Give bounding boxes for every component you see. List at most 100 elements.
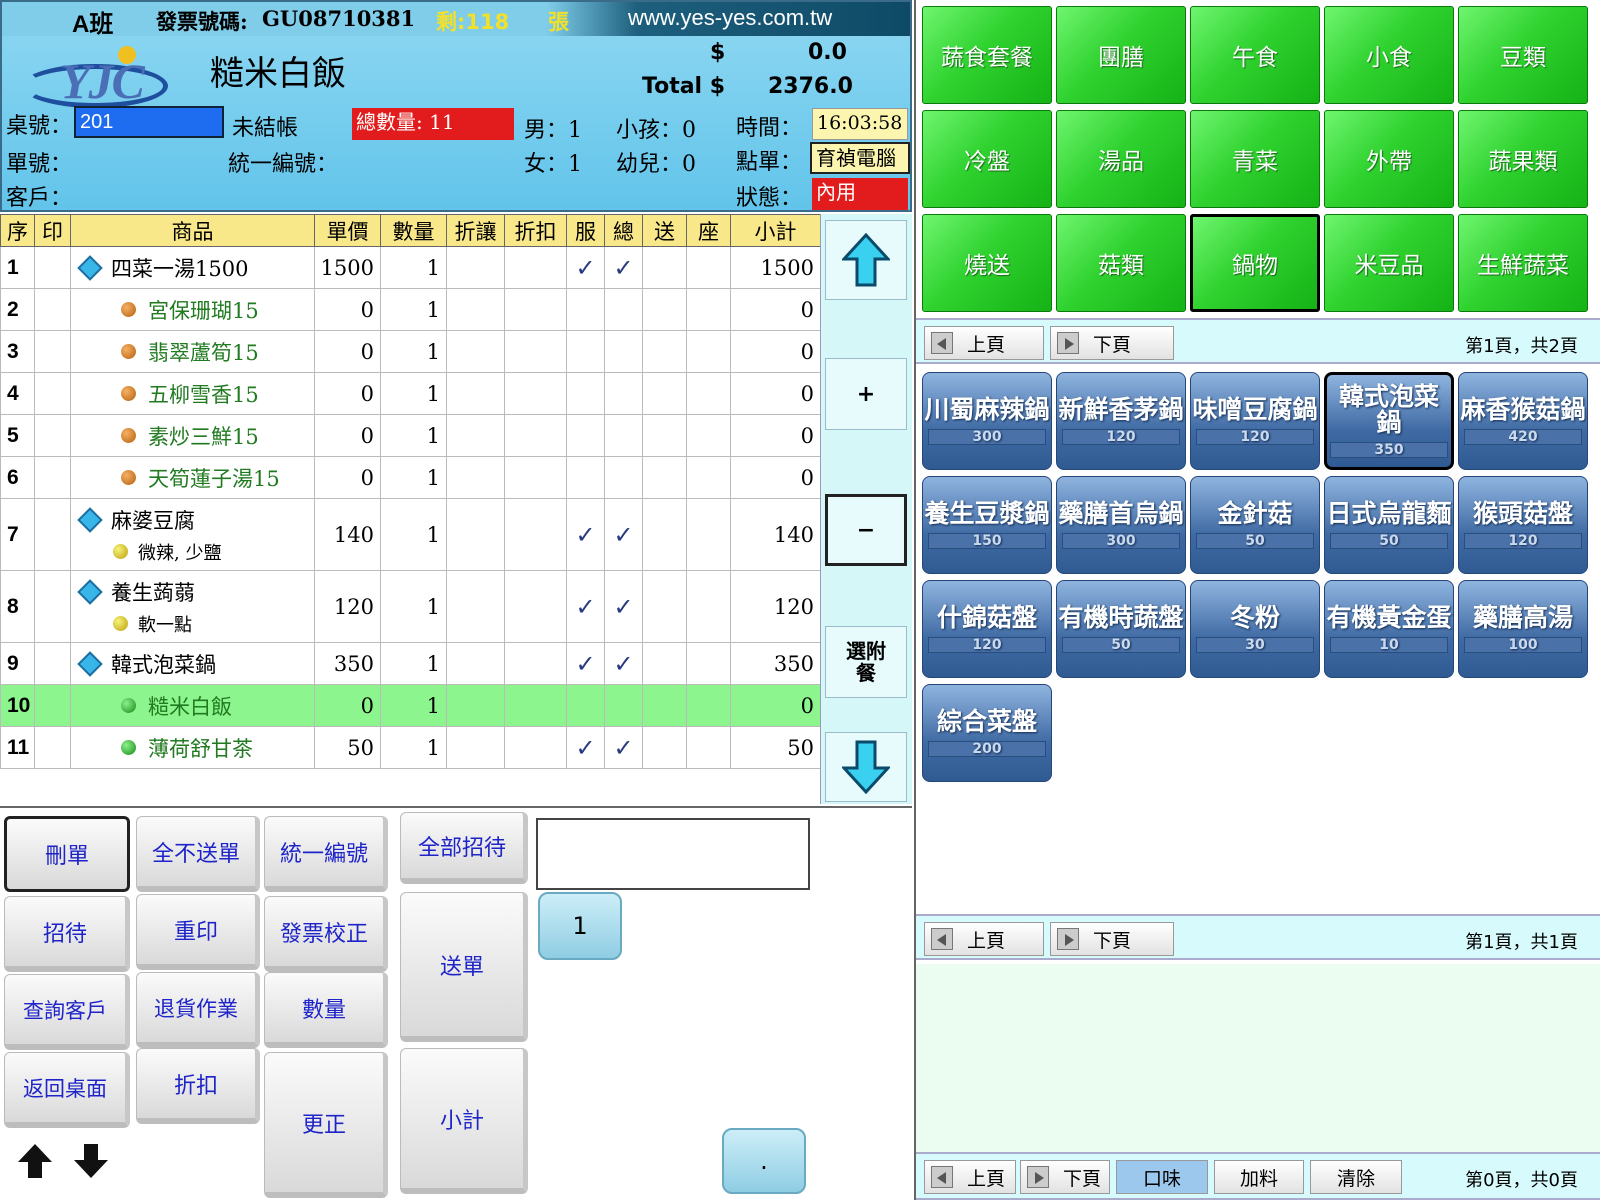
- table-row[interactable]: 9 韓式泡菜鍋 350 1 ✓ ✓ 350: [0, 642, 821, 685]
- invoice-correction-button[interactable]: 發票校正: [264, 896, 388, 972]
- query-customer-button[interactable]: 查詢客戶: [4, 974, 130, 1050]
- input-display[interactable]: [536, 818, 810, 890]
- right-triangle-icon: [1057, 928, 1079, 950]
- orange-ball-icon: [121, 428, 136, 443]
- row-price: 0: [314, 684, 381, 727]
- category-button[interactable]: 米豆品: [1324, 214, 1454, 312]
- category-button[interactable]: 生鮮蔬菜: [1458, 214, 1588, 312]
- no-send-all-button[interactable]: 全不送單: [136, 816, 260, 892]
- category-button[interactable]: 蔬果類: [1458, 110, 1588, 208]
- discount-button[interactable]: 折扣: [136, 1048, 260, 1124]
- category-next-page-button[interactable]: 下頁: [1050, 326, 1174, 360]
- item-note: 微辣, 少鹽: [138, 542, 222, 564]
- dish-button[interactable]: 養生豆漿鍋 150: [922, 476, 1052, 574]
- return-goods-button[interactable]: 退貨作業: [136, 972, 260, 1048]
- dish-button[interactable]: 綜合菜盤 200: [922, 684, 1052, 782]
- row-price: 350: [314, 642, 381, 685]
- item-name: 素炒三鮮15: [148, 424, 259, 449]
- dish-button[interactable]: 藥膳首烏鍋 300: [1056, 476, 1186, 574]
- table-row[interactable]: 3 翡翠蘆筍15 0 1 0: [0, 330, 821, 373]
- send-order-button[interactable]: 送單: [400, 892, 528, 1042]
- row-qty: 1: [380, 642, 447, 685]
- row-allowance: [446, 570, 505, 643]
- tax-id-button[interactable]: 統一編號: [264, 816, 388, 892]
- table-row[interactable]: 1 四菜一湯1500 1500 1 ✓ ✓ 1500: [0, 246, 821, 289]
- row-seat: [686, 246, 731, 289]
- column-header: 數量: [380, 214, 447, 247]
- dish-button[interactable]: 韓式泡菜鍋 350: [1324, 372, 1454, 470]
- category-button[interactable]: 菇類: [1056, 214, 1186, 312]
- logo-text: YJC: [60, 53, 145, 109]
- subtotal-button[interactable]: 小計: [400, 1048, 528, 1194]
- modifier-next-page-button[interactable]: 下頁: [1020, 1160, 1110, 1194]
- scroll-up-button[interactable]: [825, 220, 907, 300]
- reprint-button[interactable]: 重印: [136, 894, 260, 970]
- category-button[interactable]: 湯品: [1056, 110, 1186, 208]
- add-topping-button[interactable]: 加料: [1214, 1160, 1304, 1194]
- dish-button[interactable]: 有機黃金蛋 10: [1324, 580, 1454, 678]
- dish-button[interactable]: 金針菇 50: [1190, 476, 1320, 574]
- table-row[interactable]: 5 素炒三鮮15 0 1 0: [0, 414, 821, 457]
- table-row[interactable]: 10 糙米白飯 0 1 0: [0, 684, 821, 727]
- dish-next-page-button[interactable]: 下頁: [1050, 922, 1174, 956]
- prev-label: 上頁: [967, 333, 1006, 356]
- table-number-field[interactable]: 201: [74, 106, 224, 138]
- dish-button[interactable]: 什錦菇盤 120: [922, 580, 1052, 678]
- row-seq: 11: [0, 726, 35, 769]
- table-row[interactable]: 6 天筍蓮子湯15 0 1 0: [0, 456, 821, 499]
- category-button[interactable]: 午食: [1190, 6, 1320, 104]
- dish-button[interactable]: 藥膳高湯 100: [1458, 580, 1588, 678]
- dish-name: 川蜀麻辣鍋: [924, 395, 1050, 424]
- dish-button[interactable]: 麻香猴菇鍋 420: [1458, 372, 1588, 470]
- checkout-status: 未結帳: [232, 116, 299, 141]
- arrow-down-small-button[interactable]: [72, 1142, 110, 1184]
- combo-meal-button[interactable]: 選附餐: [825, 626, 907, 698]
- table-row[interactable]: 7 麻婆豆腐 微辣, 少鹽 140 1 ✓ ✓ 140: [0, 498, 821, 571]
- row-product: 養生蒟蒻 軟一點: [70, 570, 315, 643]
- dish-button[interactable]: 有機時蔬盤 50: [1056, 580, 1186, 678]
- category-prev-page-button[interactable]: 上頁: [924, 326, 1044, 360]
- dish-button[interactable]: 冬粉 30: [1190, 580, 1320, 678]
- row-price: 1500: [314, 246, 381, 289]
- quantity-button[interactable]: 數量: [264, 972, 388, 1048]
- dish-name: 韓式泡菜鍋: [1338, 382, 1439, 437]
- row-total-check: [604, 414, 643, 457]
- table-row[interactable]: 11 薄荷舒甘茶 50 1 ✓ ✓ 50: [0, 726, 821, 769]
- numpad-1-button[interactable]: 1: [538, 892, 622, 960]
- dish-button[interactable]: 川蜀麻辣鍋 300: [922, 372, 1052, 470]
- category-button[interactable]: 團膳: [1056, 6, 1186, 104]
- minus-button[interactable]: −: [825, 494, 907, 566]
- dish-price: 100: [1464, 637, 1582, 653]
- category-button[interactable]: 青菜: [1190, 110, 1320, 208]
- plus-button[interactable]: +: [825, 358, 907, 430]
- back-to-desk-button[interactable]: 返回桌面: [4, 1052, 130, 1128]
- table-row[interactable]: 2 宮保珊瑚15 0 1 0: [0, 288, 821, 331]
- dish-button[interactable]: 新鮮香茅鍋 120: [1056, 372, 1186, 470]
- clear-button[interactable]: 清除: [1310, 1160, 1402, 1194]
- treat-all-button[interactable]: 全部招待: [400, 812, 528, 884]
- dish-button[interactable]: 猴頭菇盤 120: [1458, 476, 1588, 574]
- female-count: 女：1: [524, 152, 582, 177]
- table-row[interactable]: 8 養生蒟蒻 軟一點 120 1 ✓ ✓ 120: [0, 570, 821, 643]
- table-row[interactable]: 4 五柳雪香15 0 1 0: [0, 372, 821, 415]
- correct-button[interactable]: 更正: [264, 1052, 388, 1198]
- arrow-up-small-button[interactable]: [16, 1142, 54, 1184]
- scroll-down-button[interactable]: [825, 732, 907, 802]
- row-subtotal: 0: [730, 684, 821, 727]
- delete-order-button[interactable]: 刪單: [4, 816, 130, 892]
- dish-prev-page-button[interactable]: 上頁: [924, 922, 1044, 956]
- dish-button[interactable]: 味噌豆腐鍋 120: [1190, 372, 1320, 470]
- category-button[interactable]: 豆類: [1458, 6, 1588, 104]
- taste-button[interactable]: 口味: [1116, 1160, 1208, 1194]
- category-button[interactable]: 外帶: [1324, 110, 1454, 208]
- numpad-dot-button[interactable]: .: [722, 1128, 806, 1194]
- category-button[interactable]: 冷盤: [922, 110, 1052, 208]
- modifier-prev-page-button[interactable]: 上頁: [924, 1160, 1016, 1194]
- dish-button[interactable]: 日式烏龍麵 50: [1324, 476, 1454, 574]
- row-total-check: [604, 288, 643, 331]
- category-button[interactable]: 小食: [1324, 6, 1454, 104]
- category-button[interactable]: 蔬食套餐: [922, 6, 1052, 104]
- treat-button[interactable]: 招待: [4, 896, 130, 972]
- category-button[interactable]: 鍋物: [1190, 214, 1320, 312]
- category-button[interactable]: 燒送: [922, 214, 1052, 312]
